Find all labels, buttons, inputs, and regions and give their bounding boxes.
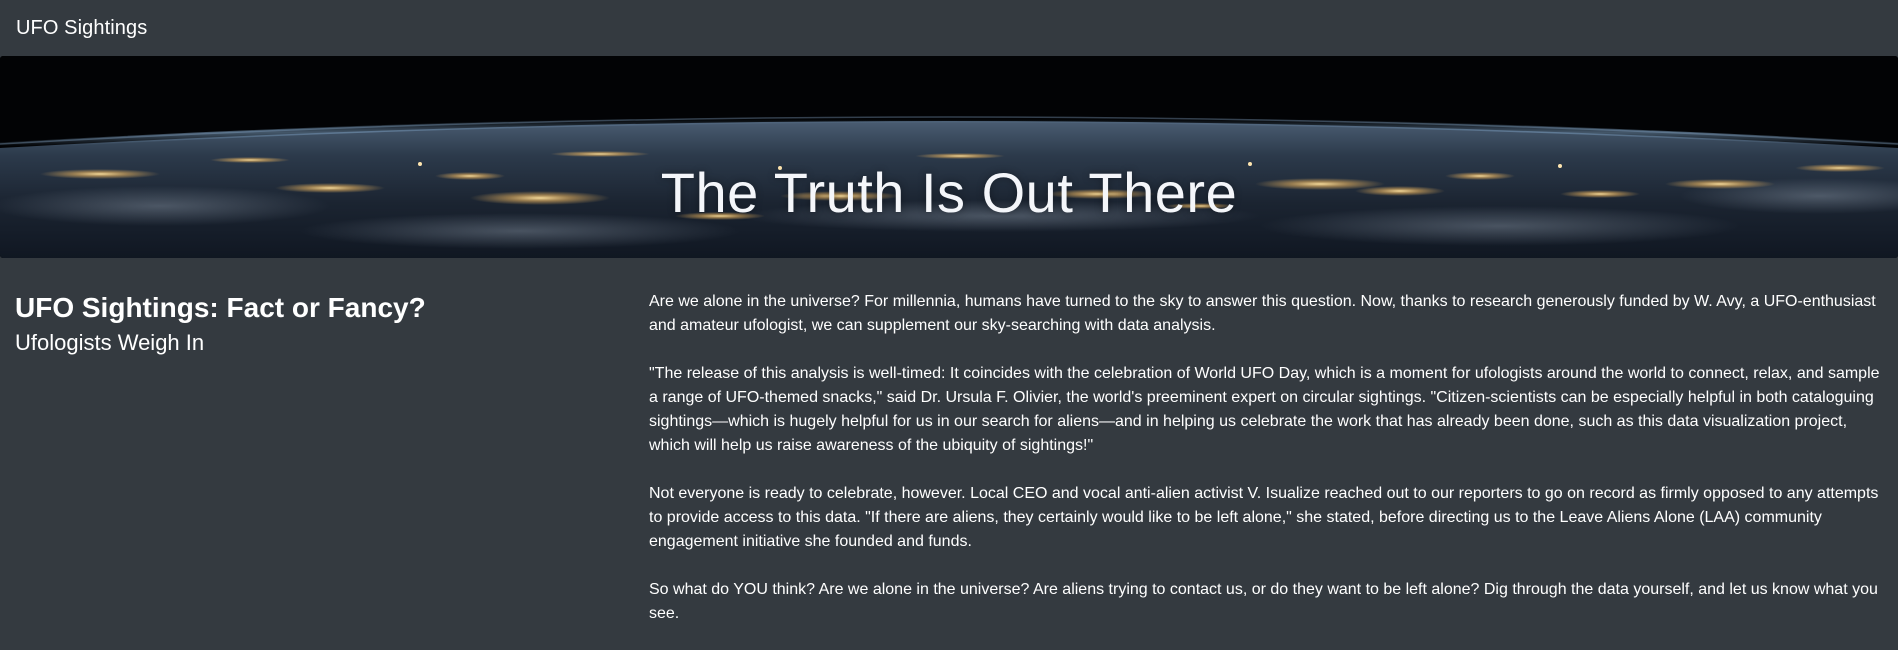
- hero-banner: The Truth Is Out There: [0, 56, 1898, 258]
- article-body: Are we alone in the universe? For millen…: [649, 290, 1885, 650]
- navbar-brand-link[interactable]: UFO Sightings: [16, 17, 147, 40]
- hero-title: The Truth Is Out There: [660, 160, 1238, 224]
- article-paragraph: So what do YOU think? Are we alone in th…: [649, 581, 1878, 622]
- article-paragraph: Not everyone is ready to celebrate, howe…: [649, 485, 1879, 550]
- article-paragraph: "The release of this analysis is well-ti…: [649, 365, 1880, 454]
- article-subheadline: Ufologists Weigh In: [15, 330, 205, 355]
- navbar: UFO Sightings: [0, 0, 1898, 56]
- article-paragraph: Are we alone in the universe? For millen…: [649, 293, 1876, 334]
- earth-at-night-image: [0, 56, 1898, 258]
- article-headline: UFO Sightings: Fact or Fancy?: [15, 292, 426, 323]
- article-heading-column: UFO Sightings: Fact or Fancy? Ufologists…: [15, 289, 615, 359]
